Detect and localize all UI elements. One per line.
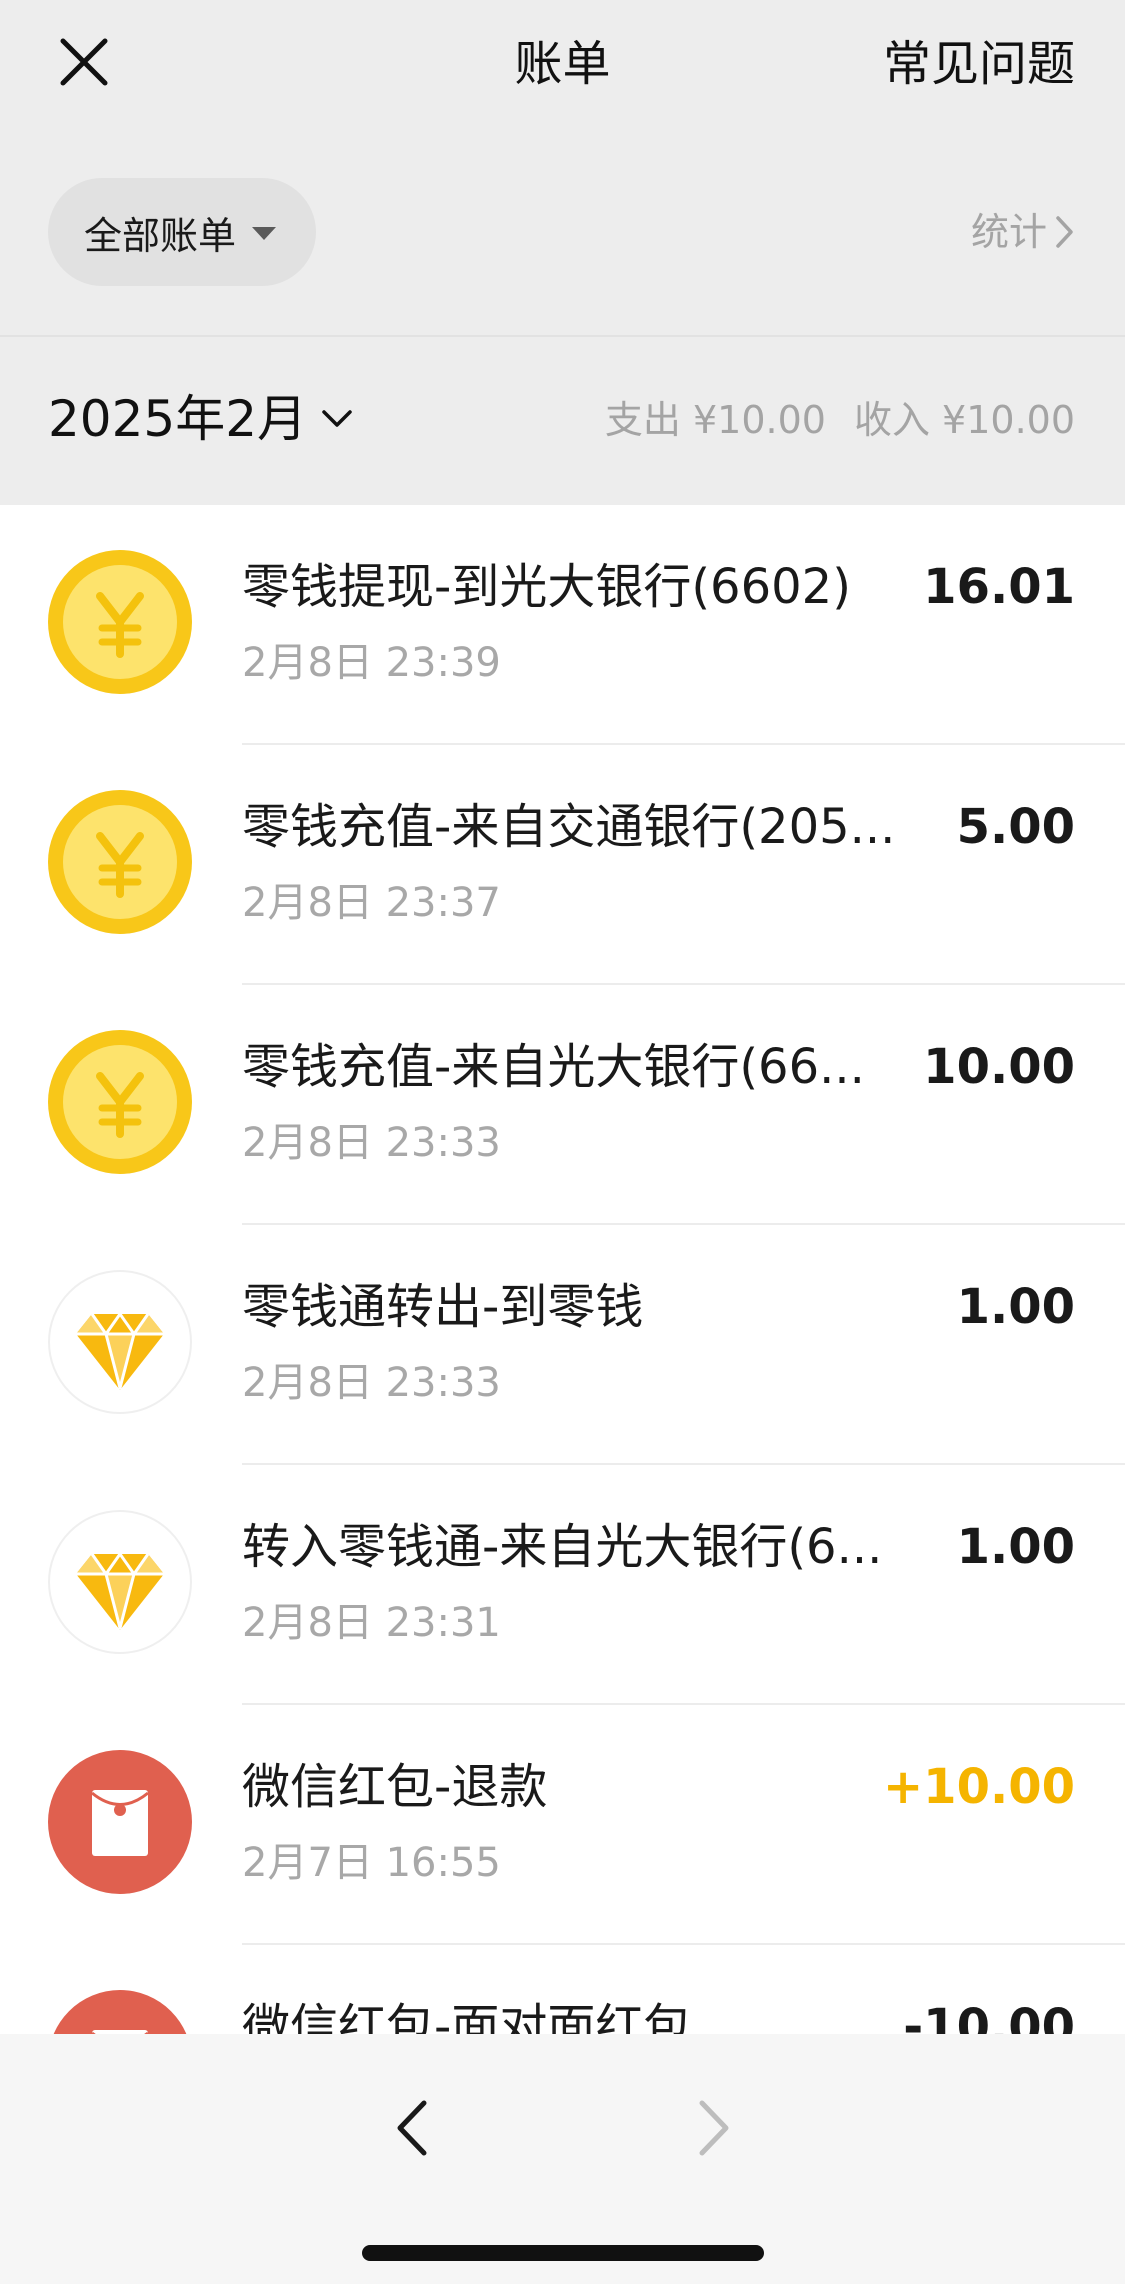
transaction-amount: 1.00	[956, 1279, 1075, 1335]
transaction-amount: 1.00	[956, 1519, 1075, 1575]
transaction-amount: 16.01	[923, 559, 1075, 615]
faq-link[interactable]: 常见问题	[883, 30, 1075, 98]
diamond-icon	[48, 1270, 192, 1414]
transaction-title: 零钱充值-来自交通银行(205...	[242, 799, 896, 855]
back-button[interactable]	[372, 2088, 452, 2168]
chevron-left-icon	[397, 2100, 427, 2156]
bill-filter-label: 全部账单	[84, 213, 237, 258]
forward-button[interactable]	[674, 2088, 754, 2168]
transaction-time: 2月8日 23:33	[242, 1120, 501, 1166]
transaction-title: 微信红包-退款	[242, 1759, 548, 1815]
red-packet-icon	[48, 1750, 192, 1894]
statistics-link[interactable]: 统计	[971, 203, 1075, 261]
bill-filter-dropdown[interactable]: 全部账单	[48, 178, 316, 286]
bottom-toolbar	[0, 2034, 1125, 2284]
transaction-time: 2月7日 16:55	[242, 1840, 501, 1886]
transaction-title: 零钱通转出-到零钱	[242, 1279, 644, 1335]
month-selector[interactable]: 2025年2月	[48, 385, 353, 453]
close-icon	[60, 38, 108, 86]
transaction-row[interactable]: 转入零钱通-来自光大银行(6... 2月8日 23:31 1.00	[0, 1465, 1125, 1705]
chevron-right-icon	[1056, 216, 1073, 248]
transaction-title: 转入零钱通-来自光大银行(6...	[242, 1519, 883, 1575]
transaction-title: 零钱提现-到光大银行(6602)	[242, 559, 851, 615]
month-income: 收入 ¥10.00	[853, 398, 1075, 442]
transaction-time: 2月8日 23:31	[242, 1600, 501, 1646]
diamond-icon	[48, 1510, 192, 1654]
transaction-time: 2月8日 23:37	[242, 880, 501, 926]
transaction-time: 2月8日 23:39	[242, 640, 501, 686]
chevron-down-icon	[322, 410, 352, 427]
transaction-time: 2月8日 23:33	[242, 1360, 501, 1406]
transaction-amount: +10.00	[882, 1759, 1075, 1815]
chevron-right-icon	[699, 2100, 729, 2156]
month-expense: 支出 ¥10.00	[604, 398, 826, 442]
transaction-row[interactable]: 零钱通转出-到零钱 2月8日 23:33 1.00	[0, 1225, 1125, 1465]
month-label: 2025年2月	[48, 390, 308, 448]
transaction-row[interactable]: 零钱提现-到光大银行(6602) 2月8日 23:39 16.01	[0, 505, 1125, 745]
transaction-amount: 10.00	[923, 1039, 1075, 1095]
home-indicator	[362, 2245, 764, 2261]
transaction-title: 零钱充值-来自光大银行(66...	[242, 1039, 865, 1095]
coin-icon	[48, 550, 192, 694]
caret-down-icon	[252, 226, 277, 240]
month-summary: 支出 ¥10.00 收入 ¥10.00	[605, 393, 1075, 447]
transaction-row[interactable]: 零钱充值-来自光大银行(66... 2月8日 23:33 10.00	[0, 985, 1125, 1225]
transaction-amount: 5.00	[956, 799, 1075, 855]
transaction-row[interactable]: 零钱充值-来自交通银行(205... 2月8日 23:37 5.00	[0, 745, 1125, 985]
transaction-row[interactable]: 微信红包-退款 2月7日 16:55 +10.00	[0, 1705, 1125, 1945]
header-divider	[0, 335, 1125, 337]
transaction-list: 零钱提现-到光大银行(6602) 2月8日 23:39 16.01 零钱充值-来…	[0, 505, 1125, 2185]
statistics-label: 统计	[970, 210, 1047, 254]
coin-icon	[48, 790, 192, 934]
coin-icon	[48, 1030, 192, 1174]
close-button[interactable]	[50, 28, 118, 96]
